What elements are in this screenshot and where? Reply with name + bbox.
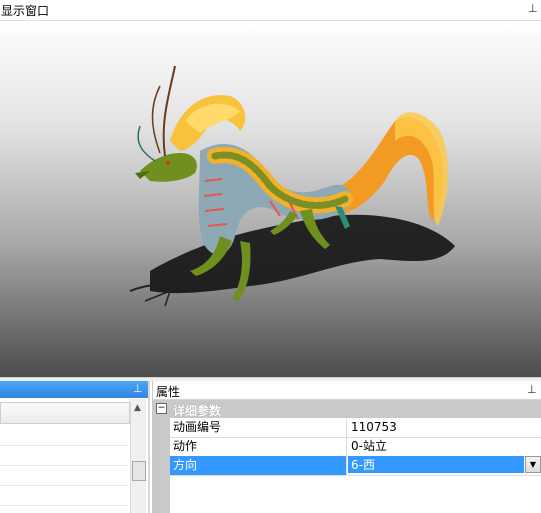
list-item[interactable] (0, 485, 128, 506)
dragon-sprite-icon (129, 65, 455, 307)
collapse-icon[interactable]: − (156, 403, 167, 414)
property-row-animation-id[interactable]: 动画编号 110753 (170, 418, 541, 438)
vertical-scrollbar[interactable]: ▲ (130, 399, 146, 513)
chevron-down-icon[interactable]: ▼ (525, 456, 541, 473)
scroll-thumb[interactable] (132, 461, 146, 481)
panel-border (148, 381, 150, 513)
property-name: 方向 (170, 456, 347, 475)
pin-icon[interactable]: ⊥ (528, 2, 538, 16)
left-panel-titlebar[interactable]: ⊥ (0, 381, 150, 398)
list-item[interactable] (0, 402, 130, 424)
list-item[interactable] (0, 425, 128, 446)
property-row-action[interactable]: 动作 0-站立 (170, 437, 541, 457)
display-window-title: 显示窗口 (1, 4, 50, 18)
scroll-up-icon[interactable]: ▲ (134, 403, 141, 413)
property-row-direction[interactable]: 方向 6-西 ▼ (170, 456, 541, 476)
property-name: 动画编号 (170, 418, 347, 437)
display-titlebar[interactable]: 显示窗口 ⊥ (0, 0, 541, 21)
list-item[interactable] (0, 465, 128, 486)
property-category[interactable]: − 详细参数 (153, 400, 541, 418)
display-canvas[interactable] (0, 21, 541, 377)
properties-title: 属性 (156, 385, 181, 399)
property-value[interactable]: 110753 (348, 418, 541, 437)
list-item[interactable] (0, 445, 128, 466)
grid-gutter (153, 418, 170, 513)
property-name: 动作 (170, 437, 347, 456)
left-panel: ⊥ ▲ (0, 381, 150, 513)
properties-panel: 属性 ⊥ − 详细参数 动画编号 110753 动作 0-站立 方向 6-西 ▼ (152, 381, 541, 513)
pin-icon[interactable]: ⊥ (133, 382, 143, 396)
property-value[interactable]: 0-站立 (348, 437, 541, 456)
left-list[interactable] (0, 399, 130, 513)
properties-titlebar[interactable]: 属性 ⊥ (153, 381, 541, 400)
property-grid: − 详细参数 动画编号 110753 动作 0-站立 方向 6-西 ▼ (153, 400, 541, 513)
pin-icon[interactable]: ⊥ (527, 383, 537, 397)
display-window: 显示窗口 ⊥ (0, 0, 541, 378)
category-label: 详细参数 (173, 404, 222, 418)
direction-select[interactable]: 6-西 (348, 456, 524, 473)
